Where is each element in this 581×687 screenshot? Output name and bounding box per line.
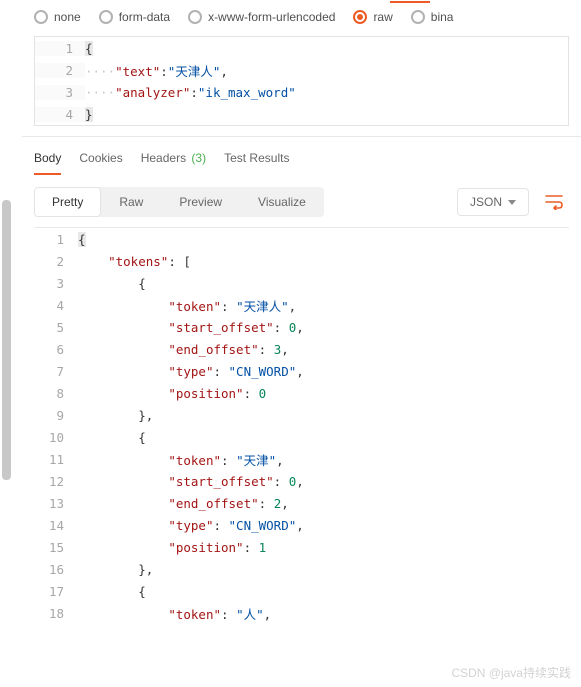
radio-circle-icon [188,10,202,24]
line-number: 17 [34,584,78,599]
response-view-toolbar: Pretty Raw Preview Visualize JSON [22,175,581,227]
radio-none[interactable]: none [34,10,81,24]
radio-urlencoded[interactable]: x-www-form-urlencoded [188,10,335,24]
code-text: { [85,41,93,56]
response-body-viewer[interactable]: 1{ 2 "tokens": [ 3 { 4 "token": "天津人", 5… [34,227,569,624]
line-number: 15 [34,540,78,555]
chevron-down-icon [508,200,516,205]
line-number: 8 [34,386,78,401]
left-scrollbar[interactable] [2,200,11,480]
viewtab-pretty[interactable]: Pretty [34,187,101,217]
line-number: 4 [35,107,85,122]
tab-cookies[interactable]: Cookies [79,151,122,175]
dropdown-label: JSON [470,195,502,209]
line-number: 3 [34,276,78,291]
line-number: 11 [34,452,78,467]
line-number: 2 [35,63,85,78]
line-number: 16 [34,562,78,577]
radio-circle-icon [411,10,425,24]
radio-raw[interactable]: raw [353,10,392,24]
wrap-icon [545,194,563,210]
viewtab-visualize[interactable]: Visualize [240,187,324,217]
radio-label: raw [373,10,392,24]
line-number: 1 [35,41,85,56]
line-number: 12 [34,474,78,489]
line-number: 10 [34,430,78,445]
radio-label: none [54,10,81,24]
line-number: 6 [34,342,78,357]
radio-circle-icon [99,10,113,24]
viewtab-preview[interactable]: Preview [161,187,240,217]
line-number: 18 [34,606,78,621]
response-main-tabs: Body Cookies Headers (3) Test Results [22,137,581,175]
line-number: 5 [34,320,78,335]
wrap-line-button[interactable] [539,187,569,217]
line-number: 3 [35,85,85,100]
radio-label: bina [431,10,454,24]
line-number: 13 [34,496,78,511]
radio-circle-icon [353,10,367,24]
radio-binary[interactable]: bina [411,10,454,24]
tab-body[interactable]: Body [34,151,61,175]
line-number: 4 [34,298,78,313]
body-type-radios: none form-data x-www-form-urlencoded raw… [22,0,581,36]
watermark: CSDN @java持续实践 [451,664,571,681]
line-number: 7 [34,364,78,379]
line-number: 2 [34,254,78,269]
code-text: } [85,107,93,122]
tab-headers[interactable]: Headers (3) [141,151,206,175]
radio-label: x-www-form-urlencoded [208,10,335,24]
radio-form-data[interactable]: form-data [99,10,170,24]
request-body-editor[interactable]: 1 { 2 ····"text":"天津人", 3 ····"analyzer"… [34,36,569,126]
viewtab-raw[interactable]: Raw [101,187,161,217]
line-number: 14 [34,518,78,533]
format-dropdown[interactable]: JSON [457,188,529,216]
line-number: 9 [34,408,78,423]
radio-circle-icon [34,10,48,24]
tab-test-results[interactable]: Test Results [224,151,289,175]
radio-label: form-data [119,10,170,24]
line-number: 1 [34,232,78,247]
view-tabs: Pretty Raw Preview Visualize [34,187,324,217]
